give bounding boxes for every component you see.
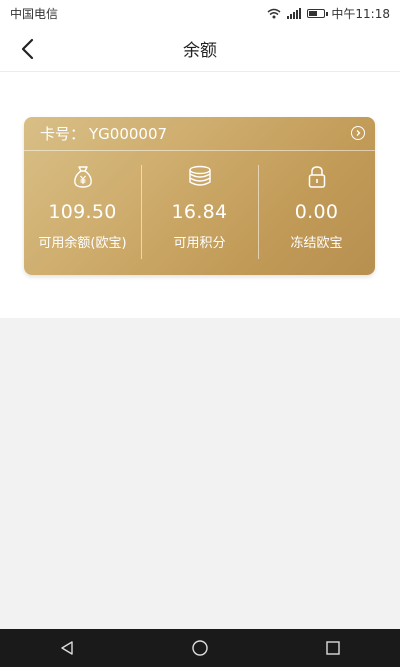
available-balance-label: 可用余额(欧宝) <box>38 236 127 251</box>
lock-icon <box>308 166 325 188</box>
available-points[interactable]: 16.84 可用积分 <box>141 151 258 275</box>
frozen-balance[interactable]: 0.00 冻结欧宝 <box>258 151 375 275</box>
card-number: YG000007 <box>89 124 168 143</box>
balance-card: 卡号： YG000007 109.50 可用余额(欧宝) 16.84 可用积分 … <box>24 117 375 275</box>
page-header: 余额 <box>0 26 400 72</box>
card-detail-button[interactable] <box>351 126 365 140</box>
balance-section: 卡号： YG000007 109.50 可用余额(欧宝) 16.84 可用积分 … <box>0 72 400 318</box>
back-triangle-icon <box>60 641 73 655</box>
nav-recents-button[interactable] <box>303 629 363 667</box>
available-balance-value: 109.50 <box>48 201 117 223</box>
carrier-name: 中国电信 <box>10 6 59 21</box>
status-time: 中午11:18 <box>331 6 390 21</box>
card-number-label: 卡号： <box>40 125 86 143</box>
card-number-row[interactable]: 卡号： YG000007 <box>24 117 375 151</box>
chevron-right-circle-icon <box>356 130 361 136</box>
status-bar: 中国电信 中午11:18 <box>0 0 400 26</box>
recents-square-icon <box>326 641 341 655</box>
wifi-icon <box>267 8 281 18</box>
available-points-value: 16.84 <box>171 201 228 223</box>
chevron-left-icon <box>21 38 34 60</box>
home-circle-icon <box>192 640 208 656</box>
available-balance[interactable]: 109.50 可用余额(欧宝) <box>24 151 141 275</box>
frozen-balance-label: 冻结欧宝 <box>290 236 343 251</box>
battery-icon <box>307 8 329 18</box>
system-nav-bar <box>0 629 400 667</box>
nav-home-button[interactable] <box>170 629 230 667</box>
back-button[interactable] <box>14 35 40 63</box>
page-title: 余额 <box>183 41 217 61</box>
frozen-balance-value: 0.00 <box>294 201 339 223</box>
coins-icon <box>188 165 211 186</box>
balance-columns: 109.50 可用余额(欧宝) 16.84 可用积分 0.00 冻结欧宝 <box>24 151 375 275</box>
money-bag-icon <box>73 166 92 188</box>
status-indicators: 中午11:18 <box>267 5 390 22</box>
nav-back-button[interactable] <box>37 629 97 667</box>
available-points-label: 可用积分 <box>173 236 226 251</box>
signal-icon <box>287 7 302 19</box>
